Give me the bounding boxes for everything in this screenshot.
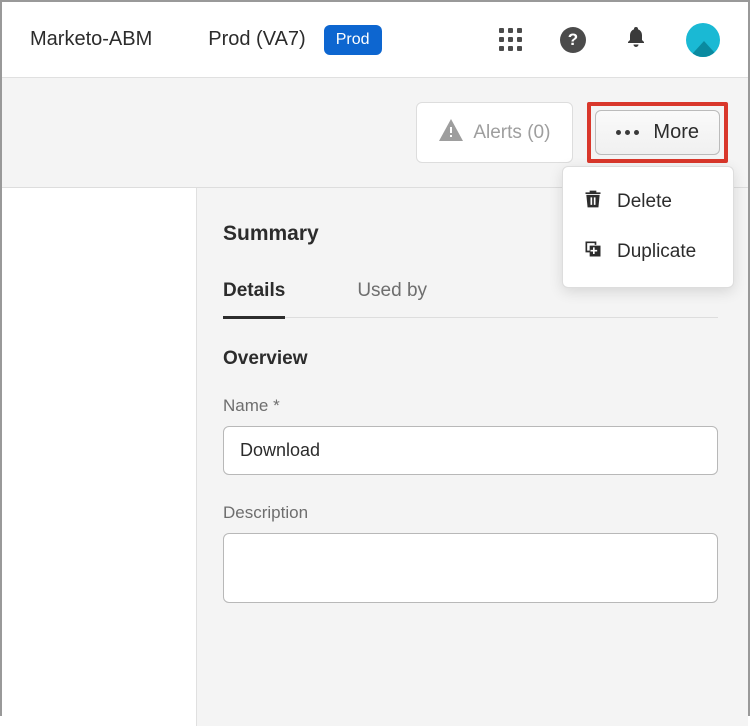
duplicate-label: Duplicate — [617, 241, 696, 263]
delete-menu-item[interactable]: Delete — [563, 177, 733, 227]
toolbar: Alerts (0) More Delete Duplicate — [2, 78, 748, 188]
left-panel — [2, 188, 197, 726]
bell-icon[interactable] — [624, 25, 648, 54]
help-icon[interactable]: ? — [560, 27, 586, 53]
more-dots-icon — [616, 130, 639, 135]
description-input[interactable] — [223, 533, 718, 603]
alert-triangle-icon — [439, 119, 463, 147]
tab-used-by[interactable]: Used by — [357, 280, 427, 317]
description-label: Description — [223, 503, 718, 523]
duplicate-menu-item[interactable]: Duplicate — [563, 227, 733, 277]
more-dropdown: Delete Duplicate — [562, 166, 734, 288]
avatar[interactable] — [686, 23, 720, 57]
top-header: Marketo-ABM Prod (VA7) Prod ? — [2, 2, 748, 78]
more-button-highlight: More — [587, 102, 728, 163]
more-label: More — [653, 121, 699, 144]
apps-grid-icon[interactable] — [499, 28, 522, 51]
duplicate-icon — [583, 239, 603, 265]
trash-icon — [583, 189, 603, 215]
delete-label: Delete — [617, 191, 672, 213]
name-input[interactable] — [223, 426, 718, 475]
name-label: Name * — [223, 396, 718, 416]
more-button[interactable]: More — [595, 110, 720, 155]
env-badge: Prod — [324, 25, 382, 55]
org-name: Marketo-ABM — [30, 28, 152, 51]
overview-heading: Overview — [223, 348, 718, 370]
alerts-label: Alerts (0) — [473, 122, 550, 144]
alerts-button[interactable]: Alerts (0) — [416, 102, 573, 163]
tab-details[interactable]: Details — [223, 280, 285, 319]
env-name: Prod (VA7) — [208, 28, 305, 51]
